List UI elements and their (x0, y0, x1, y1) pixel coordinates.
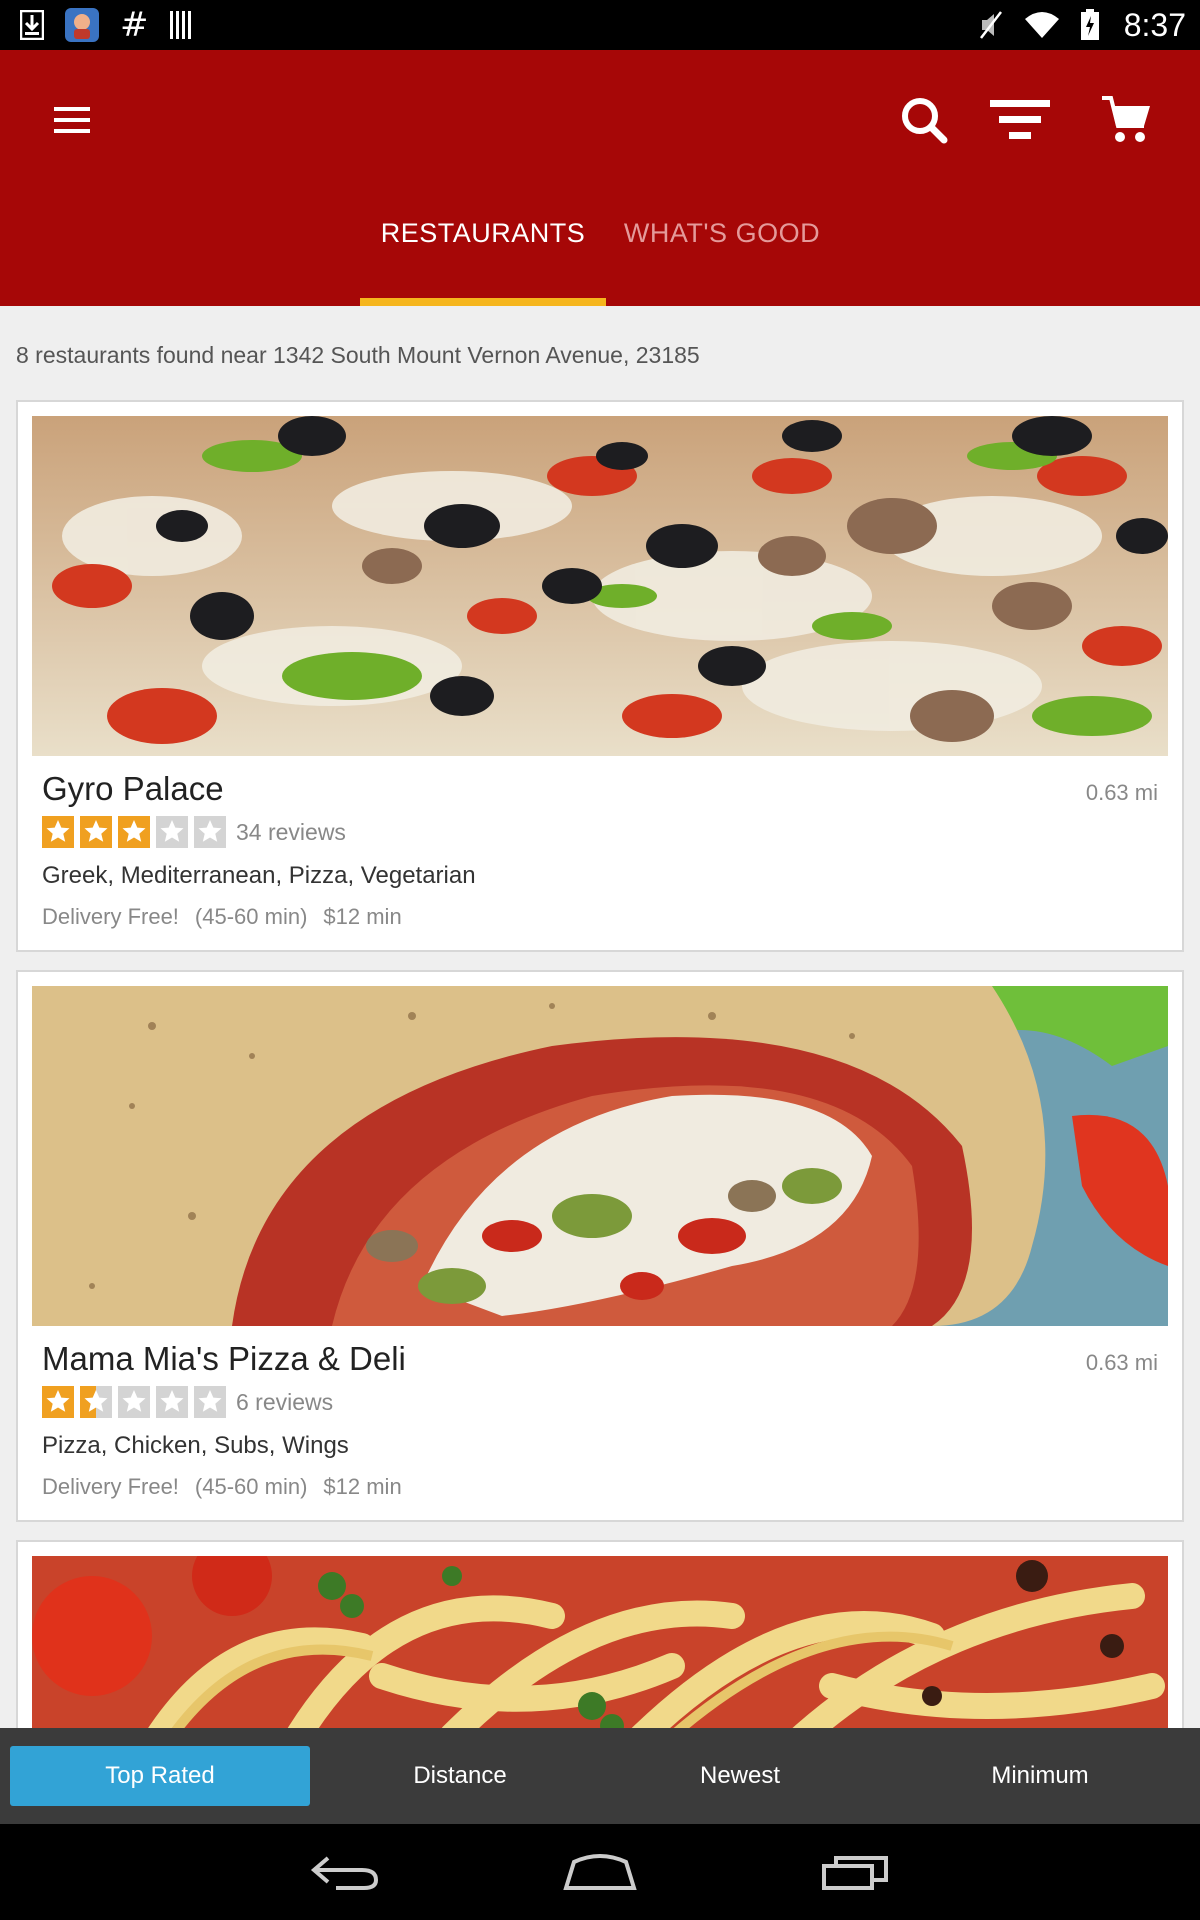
home-icon (563, 1854, 637, 1890)
filter-icon (990, 100, 1050, 139)
system-nav-bar (0, 1824, 1200, 1920)
delivery-time: (45-60 min) (194, 1474, 308, 1499)
wifi-icon (1024, 11, 1060, 39)
order-minimum: $12 min (323, 1474, 402, 1499)
delivery-info: Delivery Free! (45-60 min) $12 min (42, 904, 402, 930)
tab-whats-good[interactable]: WHAT'S GOOD (606, 218, 838, 306)
restaurant-card[interactable]: Gyro Palace 0.63 mi 34 reviews Greek, Me… (16, 400, 1184, 952)
home-button[interactable] (555, 1844, 645, 1900)
restaurant-card[interactable] (16, 1540, 1184, 1746)
star-icon (194, 816, 226, 848)
star-icon (118, 816, 150, 848)
review-count: 34 reviews (236, 818, 346, 845)
search-icon (902, 98, 948, 144)
recents-button[interactable] (810, 1844, 900, 1900)
barcode-icon (169, 10, 195, 40)
sort-top-rated-button[interactable]: Top Rated (10, 1746, 310, 1806)
battery-icon (1080, 9, 1100, 41)
restaurant-name: Gyro Palace (42, 770, 224, 807)
sort-newest-button[interactable]: Newest (620, 1746, 860, 1806)
download-icon (20, 10, 44, 40)
star-icon (80, 816, 112, 848)
restaurant-name: Mama Mia's Pizza & Deli (42, 1340, 406, 1377)
order-minimum: $12 min (323, 904, 402, 929)
results-summary: 8 restaurants found near 1342 South Moun… (16, 342, 700, 368)
tab-restaurants-label: RESTAURANTS (380, 218, 586, 248)
menu-icon (54, 107, 90, 133)
app-bar: RESTAURANTS WHAT'S GOOD (0, 50, 1200, 306)
star-icon (156, 816, 188, 848)
pasta-photo (32, 1556, 1168, 1746)
restaurant-card[interactable]: Mama Mia's Pizza & Deli 0.63 mi 6 review… (16, 970, 1184, 1522)
star-icon (194, 1386, 226, 1418)
delivery-fee: Delivery Free! (42, 904, 179, 929)
star-icon (42, 1386, 74, 1418)
cart-icon (1102, 96, 1150, 142)
cuisine-list: Greek, Mediterranean, Pizza, Vegetarian (42, 862, 476, 889)
cart-button[interactable] (1090, 88, 1162, 152)
sort-minimum-button[interactable]: Minimum (920, 1746, 1160, 1806)
delivery-fee: Delivery Free! (42, 1474, 179, 1499)
status-bar: # 8:37 (0, 0, 1200, 50)
app-icon (64, 7, 100, 43)
stromboli-photo (32, 986, 1168, 1326)
tab-whats-good-label: WHAT'S GOOD (623, 218, 821, 248)
rating: 34 reviews (42, 816, 346, 848)
review-count: 6 reviews (236, 1388, 334, 1415)
search-button[interactable] (892, 88, 956, 152)
star-icon (156, 1386, 188, 1418)
star-icon (42, 816, 74, 848)
pizza-photo (32, 416, 1168, 756)
mute-icon (978, 10, 1004, 40)
filter-button[interactable] (984, 88, 1056, 152)
restaurant-distance: 0.63 mi (1085, 1350, 1158, 1375)
menu-button[interactable] (44, 92, 100, 148)
hash-icon: # (120, 5, 149, 45)
cuisine-list: Pizza, Chicken, Subs, Wings (42, 1432, 349, 1459)
rating: 6 reviews (42, 1386, 333, 1418)
tab-restaurants[interactable]: RESTAURANTS (360, 218, 606, 306)
delivery-info: Delivery Free! (45-60 min) $12 min (42, 1474, 402, 1500)
sort-bar: Top Rated Distance Newest Minimum (0, 1728, 1200, 1824)
restaurant-distance: 0.63 mi (1085, 780, 1158, 805)
tab-bar: RESTAURANTS WHAT'S GOOD (360, 218, 838, 306)
clock: 8:37 (1123, 6, 1186, 43)
star-icon (80, 1386, 112, 1418)
back-icon (310, 1856, 379, 1890)
delivery-time: (45-60 min) (194, 904, 308, 929)
back-button[interactable] (300, 1844, 390, 1900)
star-icon (118, 1386, 150, 1418)
sort-distance-button[interactable]: Distance (340, 1746, 580, 1806)
recents-icon (822, 1856, 888, 1890)
